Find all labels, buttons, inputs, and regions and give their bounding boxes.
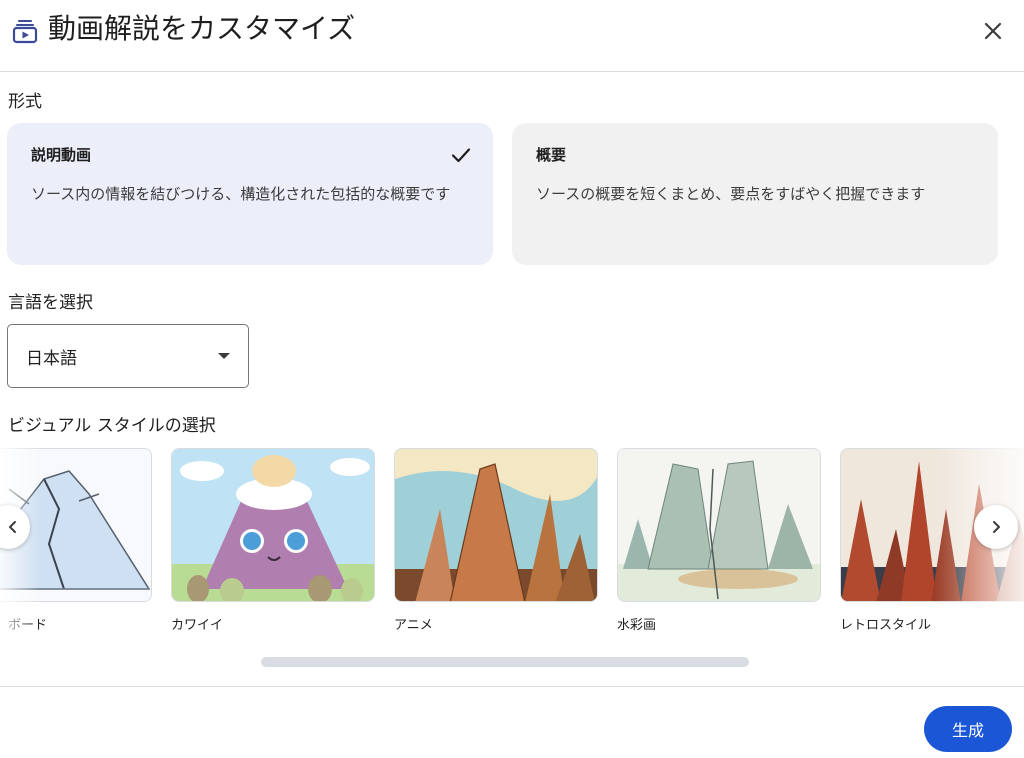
language-label: 言語を選択 <box>8 293 93 313</box>
caret-down-icon <box>218 353 230 359</box>
language-selected-value: 日本語 <box>26 348 77 369</box>
chevron-right-icon <box>993 521 1000 533</box>
anime-mountain-illustration <box>395 449 597 601</box>
carousel-next-button[interactable] <box>974 505 1018 549</box>
chevron-left-icon <box>9 521 16 533</box>
style-label-kawaii: カワイイ <box>171 618 224 633</box>
format-option-title: 概要 <box>536 146 567 164</box>
dialog-title: 動画解説をカスタマイズ <box>48 12 356 45</box>
format-option-summary[interactable]: 概要 ソースの概要を短くまとめ、要点をすばやく把握できます <box>512 123 998 265</box>
format-label: 形式 <box>8 92 42 112</box>
watercolor-mountain-illustration <box>618 449 820 601</box>
generate-button[interactable]: 生成 <box>924 706 1012 752</box>
close-icon <box>984 22 1002 40</box>
kawaii-volcano-illustration <box>172 449 374 601</box>
check-icon <box>451 148 471 163</box>
format-option-explainer[interactable]: 説明動画 ソース内の情報を結びつける、構造化された包括的な概要です <box>7 123 493 265</box>
style-label-watercolor: 水彩画 <box>617 618 657 633</box>
language-select[interactable]: 日本語 <box>7 324 249 388</box>
visual-style-carousel[interactable]: ボード カワイイ アニメ 水彩画 レトロスタイル <box>0 446 1024 646</box>
close-button[interactable] <box>978 16 1008 46</box>
footer-divider <box>0 686 1024 687</box>
dialog-header: 動画解説をカスタマイズ <box>0 0 1024 72</box>
video-summary-icon <box>12 20 38 44</box>
format-option-description: ソース内の情報を結びつける、構造化された包括的な概要です <box>31 185 451 203</box>
style-tile-anime[interactable] <box>394 448 598 602</box>
style-tile-kawaii[interactable] <box>171 448 375 602</box>
visual-style-label: ビジュアル スタイルの選択 <box>8 416 216 436</box>
format-option-title: 説明動画 <box>31 146 92 164</box>
style-label-whiteboard: ボード <box>8 618 48 633</box>
style-tile-watercolor[interactable] <box>617 448 821 602</box>
format-option-description: ソースの概要を短くまとめ、要点をすばやく把握できます <box>536 185 926 203</box>
style-label-retro: レトロスタイル <box>840 618 932 633</box>
carousel-scrollbar[interactable] <box>261 657 749 667</box>
style-label-anime: アニメ <box>394 618 433 633</box>
